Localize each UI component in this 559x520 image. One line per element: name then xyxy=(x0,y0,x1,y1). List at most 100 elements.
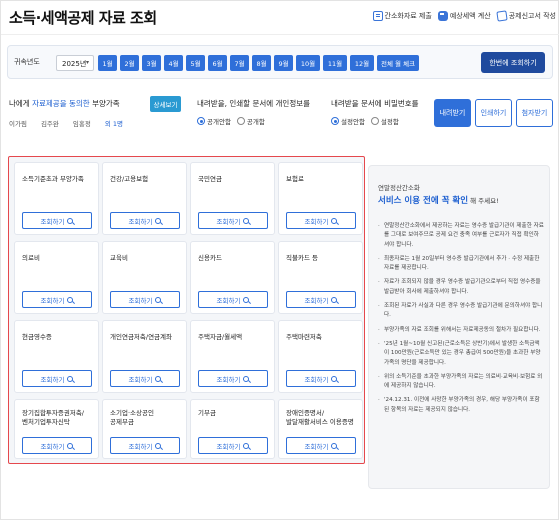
notice-item: 위의 소득기준을 초과한 부양가족의 자료는 의료비·교육비·보험료 외에 제공… xyxy=(378,373,544,392)
notice-item: 조회된 자료가 사실과 다른 경우 영수증 발급기관에 문의하셔야 합니다. xyxy=(378,302,544,321)
year-label: 귀속년도 xyxy=(14,58,40,66)
year-month-bar: 귀속년도 2025년 ▾ 1월 2월 3월 4월 5월 6월 7월 8월 9월 … xyxy=(7,45,553,79)
query-button[interactable]: 조회하기 xyxy=(22,370,92,387)
query-button[interactable]: 조회하기 xyxy=(110,437,180,454)
year-select[interactable]: 2025년 ▾ xyxy=(56,55,94,71)
submit-simplified-data-link[interactable]: 간소화자료 제출 xyxy=(372,11,432,21)
form-icon xyxy=(496,10,508,22)
card-title: 소득기준초과 부양가족 xyxy=(22,175,84,183)
month-button[interactable]: 6월 xyxy=(208,55,227,71)
radio-selected-icon xyxy=(331,117,339,125)
query-button[interactable]: 조회하기 xyxy=(198,370,268,387)
password-radio-group: 설정안함 설정함 xyxy=(331,116,399,126)
all-months-button[interactable]: 전체 월 체크 xyxy=(377,55,420,71)
radio-label: 설정함 xyxy=(380,118,399,126)
card-title: 국민연금 xyxy=(198,175,222,183)
month-button[interactable]: 1월 xyxy=(98,55,117,71)
category-card-debit-card: 직불카드 등 조회하기 xyxy=(278,241,363,314)
query-button[interactable]: 조회하기 xyxy=(198,212,268,229)
query-button[interactable]: 조회하기 xyxy=(110,291,180,308)
password-none-radio[interactable]: 설정안함 xyxy=(331,116,365,126)
month-button[interactable]: 8월 xyxy=(252,55,271,71)
query-button[interactable]: 조회하기 xyxy=(22,437,92,454)
query-label: 조회하기 xyxy=(216,217,241,226)
personal-info-hide-radio[interactable]: 공개안함 xyxy=(197,116,231,126)
notice-title-highlight: 서비스 이용 전에 꼭 확인 xyxy=(378,196,469,206)
search-icon xyxy=(331,217,338,224)
search-icon xyxy=(155,375,162,382)
card-title: 장기집합투자증권저축/ 벤처기업투자신탁 xyxy=(22,409,84,426)
password-set-radio[interactable]: 설정함 xyxy=(370,116,399,126)
query-button[interactable]: 조회하기 xyxy=(110,370,180,387)
calculator-icon xyxy=(437,11,448,21)
query-label: 조회하기 xyxy=(40,375,65,384)
query-button[interactable]: 조회하기 xyxy=(22,212,92,229)
search-icon xyxy=(67,442,74,449)
print-button[interactable]: 인쇄하기 xyxy=(475,99,512,127)
document-icon xyxy=(372,11,383,21)
email-receive-button[interactable]: 첨자받기 xyxy=(516,99,553,127)
query-label: 조회하기 xyxy=(304,217,329,226)
card-title: 직불카드 등 xyxy=(286,254,318,262)
query-button[interactable]: 조회하기 xyxy=(286,437,356,454)
query-button[interactable]: 조회하기 xyxy=(22,291,92,308)
card-title: 개인연금저축/연금계좌 xyxy=(110,333,172,341)
card-title: 신용카드 xyxy=(198,254,222,262)
query-button[interactable]: 조회하기 xyxy=(286,212,356,229)
month-button[interactable]: 7월 xyxy=(230,55,249,71)
category-card-donation: 기부금 조회하기 xyxy=(190,399,275,459)
month-button[interactable]: 10월 xyxy=(296,55,320,71)
category-card-medical: 의료비 조회하기 xyxy=(14,241,99,314)
query-button[interactable]: 조회하기 xyxy=(286,291,356,308)
notice-item: 연말정산간소화에서 제공하는 자료는 영수증 발급기관이 제출한 자료를 그대로… xyxy=(378,222,544,250)
category-grid: 소득기준초과 부양가족 조회하기 건강/고용보험 조회하기 국민연금 조회하기 … xyxy=(8,156,365,464)
card-title: 보험료 xyxy=(286,175,304,183)
query-all-button[interactable]: 한번에 조회하기 xyxy=(481,52,545,73)
notice-item: 자료가 조회되지 않을 경우 영수증 발급기관으로부터 직접 영수증을 발급받아… xyxy=(378,278,544,297)
query-button[interactable]: 조회하기 xyxy=(286,370,356,387)
dependents-detail-button[interactable]: 상세보기 xyxy=(150,96,181,112)
notice-item: 부양가족의 자료 조회를 위해서는 자료제공동의 절차가 필요합니다. xyxy=(378,326,544,336)
radio-selected-icon xyxy=(197,117,205,125)
card-title: 주택마련저축 xyxy=(286,333,322,341)
month-button[interactable]: 12월 xyxy=(350,55,374,71)
search-icon xyxy=(243,217,250,224)
category-card-housing-savings: 주택마련저축 조회하기 xyxy=(278,320,363,393)
chevron-down-icon: ▾ xyxy=(85,59,89,66)
query-label: 조회하기 xyxy=(128,296,153,305)
notice-list: 연말정산간소화에서 제공하는 자료는 영수증 발급기관이 제출한 자료를 그대로… xyxy=(378,222,544,420)
category-card-long-term-fund: 장기집합투자증권저축/ 벤처기업투자신탁 조회하기 xyxy=(14,399,99,459)
query-label: 조회하기 xyxy=(128,217,153,226)
radio-label: 공개함 xyxy=(246,118,265,126)
page-header: 소득·세액공제 자료 조회 간소화자료 제출 예상세액 계산 공제신고서 작성 xyxy=(1,1,559,35)
query-label: 조회하기 xyxy=(128,375,153,384)
category-card-insurance: 보험료 조회하기 xyxy=(278,162,363,235)
dependents-title-highlight: 자료제공을 동의한 xyxy=(32,99,90,108)
deduction-form-link[interactable]: 공제신고서 작성 xyxy=(496,10,556,22)
month-button[interactable]: 9월 xyxy=(274,55,293,71)
month-button[interactable]: 4월 xyxy=(164,55,183,71)
radio-label: 설정안함 xyxy=(341,118,365,126)
search-icon xyxy=(331,375,338,382)
query-button[interactable]: 조회하기 xyxy=(198,437,268,454)
query-label: 조회하기 xyxy=(216,442,241,451)
month-button[interactable]: 11월 xyxy=(323,55,347,71)
category-card-pension-savings: 개인연금저축/연금계좌 조회하기 xyxy=(102,320,187,393)
estimated-tax-link[interactable]: 예상세액 계산 xyxy=(437,11,491,21)
year-select-value: 2025년 xyxy=(62,60,87,68)
month-button[interactable]: 2월 xyxy=(120,55,139,71)
card-title: 주택자금/월세액 xyxy=(198,333,243,341)
download-button[interactable]: 내려받기 xyxy=(434,99,471,127)
estimated-tax-label: 예상세액 계산 xyxy=(449,12,491,20)
category-card-health-employment: 건강/고용보험 조회하기 xyxy=(102,162,187,235)
personal-info-show-radio[interactable]: 공개함 xyxy=(236,116,265,126)
notice-title-suffix: 해 주세요! xyxy=(468,197,499,205)
month-button[interactable]: 3월 xyxy=(142,55,161,71)
query-button[interactable]: 조회하기 xyxy=(110,212,180,229)
personal-info-radio-group: 공개안함 공개함 xyxy=(197,116,265,126)
search-icon xyxy=(243,375,250,382)
dependents-title-suffix: 부양가족 xyxy=(89,99,120,108)
search-icon xyxy=(155,442,162,449)
month-button[interactable]: 5월 xyxy=(186,55,205,71)
query-button[interactable]: 조회하기 xyxy=(198,291,268,308)
